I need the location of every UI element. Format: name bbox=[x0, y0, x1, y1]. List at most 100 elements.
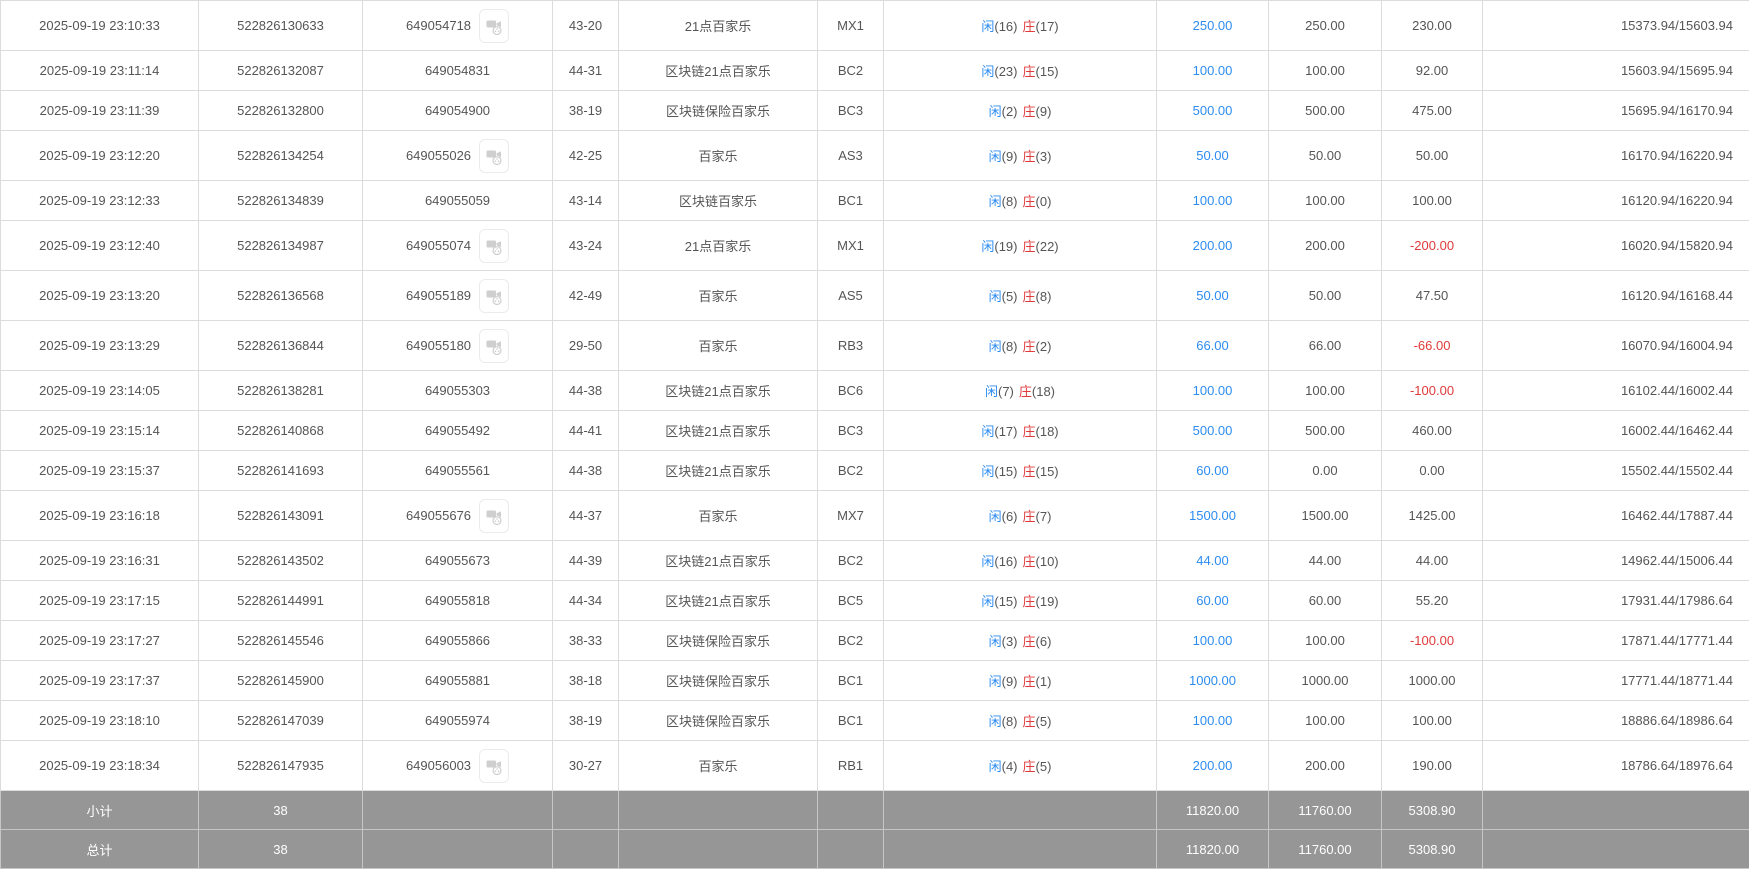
table-row: 2025-09-19 23:17:37 522826145900 649055881… bbox=[0, 660, 1749, 701]
table-row: 2025-09-19 23:16:31 522826143502 649055673… bbox=[0, 540, 1749, 581]
cell-bet-time: 2025-09-19 23:14:05 bbox=[0, 370, 199, 411]
player-count: (8) bbox=[1001, 714, 1018, 729]
banker-label: 庄 bbox=[1022, 554, 1036, 569]
bet-amount-link[interactable]: 200.00 bbox=[1193, 758, 1233, 773]
bet-amount-link[interactable]: 60.00 bbox=[1196, 593, 1229, 608]
round-number-text: 649055881 bbox=[424, 673, 491, 688]
cell-game-result: 闲(23) 庄(15) bbox=[883, 50, 1157, 91]
cell-order-number: 522826143091 bbox=[198, 490, 363, 541]
cell-valid-amount: 50.00 bbox=[1268, 270, 1382, 321]
cell-balance: 15603.94/15695.94 bbox=[1482, 50, 1749, 91]
cell-valid-amount: 100.00 bbox=[1268, 700, 1382, 741]
bet-amount-link[interactable]: 100.00 bbox=[1193, 713, 1233, 728]
cell-game-name: 百家乐 bbox=[618, 740, 818, 791]
bet-amount-link[interactable]: 100.00 bbox=[1193, 383, 1233, 398]
total-win-loss: 5308.90 bbox=[1381, 829, 1483, 869]
banker-label: 庄 bbox=[1022, 424, 1036, 439]
cell-valid-amount: 200.00 bbox=[1268, 740, 1382, 791]
table-row: 2025-09-19 23:12:20 522826134254 649055026… bbox=[0, 130, 1749, 181]
cell-balance: 16020.94/15820.94 bbox=[1482, 220, 1749, 271]
video-replay-icon[interactable] bbox=[479, 138, 510, 173]
cell-order-number: 522826138281 bbox=[198, 370, 363, 411]
round-number-text: 649056003 bbox=[405, 758, 472, 773]
total-valid-amount: 11760.00 bbox=[1268, 829, 1382, 869]
banker-count: (6) bbox=[1035, 634, 1052, 649]
player-label: 闲 bbox=[981, 64, 995, 79]
cell-game-name: 区块链21点百家乐 bbox=[618, 450, 818, 491]
total-valid-amount: 11760.00 bbox=[1268, 790, 1382, 830]
cell-round-number: 649055189 bbox=[362, 270, 553, 321]
player-label: 闲 bbox=[981, 464, 995, 479]
video-replay-icon[interactable] bbox=[479, 8, 510, 43]
video-replay-icon[interactable] bbox=[479, 228, 510, 263]
banker-label: 庄 bbox=[1022, 634, 1036, 649]
banker-count: (3) bbox=[1035, 149, 1052, 164]
cell-win-loss: 190.00 bbox=[1381, 740, 1483, 791]
cell-game-name: 21点百家乐 bbox=[618, 220, 818, 271]
table-row: 2025-09-19 23:15:37 522826141693 649055561… bbox=[0, 450, 1749, 491]
video-replay-icon[interactable] bbox=[479, 328, 510, 363]
cell-shoe-round: 42-25 bbox=[552, 130, 619, 181]
cell-order-number: 522826136844 bbox=[198, 320, 363, 371]
video-replay-icon[interactable] bbox=[479, 498, 510, 533]
table-row: 2025-09-19 23:17:15 522826144991 649055818… bbox=[0, 580, 1749, 621]
bet-amount-link[interactable]: 100.00 bbox=[1193, 63, 1233, 78]
cell-shoe-round: 30-27 bbox=[552, 740, 619, 791]
cell-bet-time: 2025-09-19 23:15:14 bbox=[0, 410, 199, 451]
bet-amount-link[interactable]: 1000.00 bbox=[1189, 673, 1236, 688]
bet-amount-link[interactable]: 50.00 bbox=[1196, 288, 1229, 303]
cell-bet-amount: 500.00 bbox=[1156, 410, 1269, 451]
total-empty-score bbox=[552, 829, 619, 869]
cell-game-result: 闲(9) 庄(1) bbox=[883, 660, 1157, 701]
total-empty-table bbox=[817, 790, 884, 830]
round-number-text: 649055561 bbox=[424, 463, 491, 478]
cell-order-number: 522826141693 bbox=[198, 450, 363, 491]
round-number-text: 649055818 bbox=[424, 593, 491, 608]
cell-bet-time: 2025-09-19 23:13:20 bbox=[0, 270, 199, 321]
banker-label: 庄 bbox=[1022, 464, 1036, 479]
bet-amount-link[interactable]: 200.00 bbox=[1193, 238, 1233, 253]
bet-amount-link[interactable]: 500.00 bbox=[1193, 423, 1233, 438]
player-label: 闲 bbox=[988, 339, 1002, 354]
cell-bet-amount: 50.00 bbox=[1156, 130, 1269, 181]
bet-amount-link[interactable]: 44.00 bbox=[1196, 553, 1229, 568]
banker-count: (7) bbox=[1035, 509, 1052, 524]
cell-bet-amount: 200.00 bbox=[1156, 740, 1269, 791]
bet-amount-link[interactable]: 500.00 bbox=[1193, 103, 1233, 118]
cell-game-name: 区块链保险百家乐 bbox=[618, 700, 818, 741]
bet-amount-link[interactable]: 50.00 bbox=[1196, 148, 1229, 163]
cell-valid-amount: 100.00 bbox=[1268, 620, 1382, 661]
bet-amount-link[interactable]: 1500.00 bbox=[1189, 508, 1236, 523]
cell-bet-time: 2025-09-19 23:12:20 bbox=[0, 130, 199, 181]
cell-game-name: 区块链21点百家乐 bbox=[618, 540, 818, 581]
player-label: 闲 bbox=[984, 384, 998, 399]
cell-table-code: BC1 bbox=[817, 700, 884, 741]
cell-game-result: 闲(6) 庄(7) bbox=[883, 490, 1157, 541]
round-number-wrap: 649054718 bbox=[406, 8, 510, 43]
bet-amount-link[interactable]: 100.00 bbox=[1193, 633, 1233, 648]
cell-order-number: 522826144991 bbox=[198, 580, 363, 621]
player-label: 闲 bbox=[988, 289, 1002, 304]
player-count: (16) bbox=[994, 19, 1018, 34]
cell-win-loss: 44.00 bbox=[1381, 540, 1483, 581]
table-row: 2025-09-19 23:12:40 522826134987 649055074… bbox=[0, 220, 1749, 271]
cell-balance: 15502.44/15502.44 bbox=[1482, 450, 1749, 491]
cell-game-name: 区块链保险百家乐 bbox=[618, 660, 818, 701]
cell-shoe-round: 29-50 bbox=[552, 320, 619, 371]
round-number-wrap: 649055180 bbox=[406, 328, 510, 363]
cell-balance: 18886.64/18986.64 bbox=[1482, 700, 1749, 741]
banker-label: 庄 bbox=[1022, 714, 1036, 729]
table-row: 2025-09-19 23:13:20 522826136568 649055189… bbox=[0, 270, 1749, 321]
bet-amount-link[interactable]: 250.00 bbox=[1193, 18, 1233, 33]
video-replay-icon[interactable] bbox=[479, 748, 510, 783]
player-count: (6) bbox=[1001, 509, 1018, 524]
cell-shoe-round: 38-33 bbox=[552, 620, 619, 661]
bet-amount-link[interactable]: 66.00 bbox=[1196, 338, 1229, 353]
cell-shoe-round: 38-19 bbox=[552, 700, 619, 741]
bet-amount-link[interactable]: 100.00 bbox=[1193, 193, 1233, 208]
bet-amount-link[interactable]: 60.00 bbox=[1196, 463, 1229, 478]
cell-table-code: MX1 bbox=[817, 0, 884, 51]
total-empty-game bbox=[618, 790, 818, 830]
player-label: 闲 bbox=[988, 104, 1002, 119]
video-replay-icon[interactable] bbox=[479, 278, 510, 313]
